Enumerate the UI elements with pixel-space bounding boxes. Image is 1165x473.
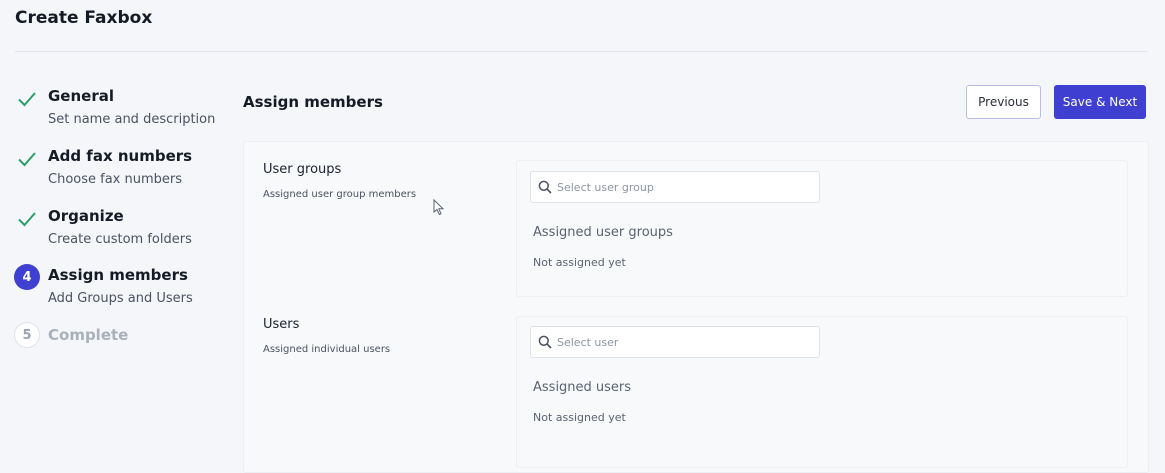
previous-button[interactable]: Previous	[966, 85, 1041, 119]
step-general[interactable]: General Set name and description	[14, 86, 229, 136]
user-groups-sublabel: Assigned user group members	[263, 189, 417, 200]
page-title: Create Faxbox	[15, 8, 153, 28]
header-divider	[15, 51, 1148, 52]
check-icon	[14, 86, 40, 112]
step-description: Add Groups and Users	[48, 291, 193, 306]
step-description: Create custom folders	[48, 232, 192, 247]
user-search-input[interactable]	[557, 327, 812, 357]
user-groups-label: User groups	[263, 162, 342, 177]
step-number-badge: 4	[14, 264, 40, 290]
user-group-search[interactable]	[530, 171, 820, 203]
check-icon	[14, 206, 40, 232]
step-organize[interactable]: Organize Create custom folders	[14, 206, 229, 256]
step-title: Organize	[48, 207, 124, 225]
assigned-users-value: Not assigned yet	[533, 411, 626, 424]
check-icon	[14, 146, 40, 172]
step-title: Add fax numbers	[48, 147, 193, 165]
step-description: Choose fax numbers	[48, 172, 183, 187]
assign-members-card: User groups Assigned user group members …	[243, 141, 1149, 473]
step-number-badge: 5	[14, 322, 40, 348]
step-title: Complete	[48, 326, 129, 344]
assigned-user-groups-heading: Assigned user groups	[533, 225, 673, 240]
search-icon	[538, 335, 552, 349]
assigned-user-groups-value: Not assigned yet	[533, 256, 626, 269]
search-icon	[538, 180, 552, 194]
step-complete: 5 Complete	[14, 322, 229, 372]
step-description: Set name and description	[48, 112, 216, 127]
step-assign-members[interactable]: 4 Assign members Add Groups and Users	[14, 264, 229, 314]
section-title: Assign members	[243, 93, 383, 111]
user-groups-panel: Assigned user groups Not assigned yet	[516, 160, 1128, 297]
mouse-cursor-icon	[433, 199, 445, 216]
step-title: General	[48, 87, 114, 105]
save-next-button[interactable]: Save & Next	[1054, 85, 1146, 119]
users-sublabel: Assigned individual users	[263, 344, 391, 355]
assigned-users-heading: Assigned users	[533, 380, 632, 395]
user-group-search-input[interactable]	[557, 172, 812, 202]
step-title: Assign members	[48, 266, 188, 284]
users-label: Users	[263, 317, 300, 332]
step-add-fax-numbers[interactable]: Add fax numbers Choose fax numbers	[14, 146, 229, 196]
user-search[interactable]	[530, 326, 820, 358]
users-panel: Assigned users Not assigned yet	[516, 316, 1128, 468]
